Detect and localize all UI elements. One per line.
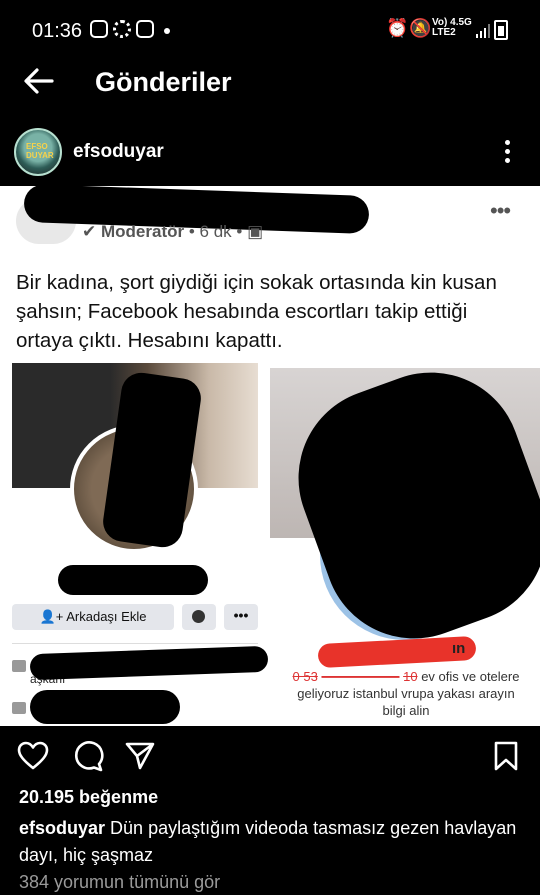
post-description: efsoduyar Dün paylaştığım videoda tasmas… bbox=[19, 815, 524, 869]
comment-button[interactable] bbox=[72, 740, 104, 772]
messenger-button bbox=[182, 604, 216, 630]
network-bottom-label: LTE2 bbox=[432, 27, 456, 38]
ad-text: 0 53 ―――――― 10 ev ofis ve otelere geliyo… bbox=[288, 668, 524, 719]
battery-icon bbox=[494, 20, 508, 40]
network-indicator: Vo) 4.5G LTE2 bbox=[432, 18, 472, 38]
save-button[interactable] bbox=[492, 740, 520, 772]
fb-post-meta: ✔ Moderatör • 6 dk • ▣ bbox=[82, 222, 264, 241]
briefcase-icon bbox=[12, 660, 26, 672]
moderator-badge-icon: ✔ bbox=[82, 222, 97, 241]
bookmark-icon bbox=[494, 741, 518, 771]
avatar-logo-text: EFSO DUYAR bbox=[26, 142, 54, 160]
comment-icon bbox=[74, 741, 104, 772]
send-icon bbox=[125, 742, 155, 770]
more-notifications-dot bbox=[164, 28, 170, 34]
view-all-comments-link[interactable]: 384 yorumun tümünü gör bbox=[19, 872, 220, 893]
heart-icon bbox=[17, 741, 49, 770]
profile-more-button: ••• bbox=[224, 604, 258, 630]
status-time: 01:36 bbox=[32, 20, 83, 42]
instagram-notification-icon bbox=[90, 20, 108, 38]
redaction-scribble-work-2 bbox=[30, 690, 180, 724]
briefcase-icon-2 bbox=[12, 702, 26, 714]
status-bar: 01:36 ⏰ 🔕 Vo) 4.5G LTE2 bbox=[0, 0, 540, 60]
group-icon: ▣ bbox=[247, 222, 264, 241]
like-count[interactable]: 20.195 beğenme bbox=[19, 787, 158, 808]
fb-more-icon: ••• bbox=[490, 198, 511, 223]
ad-phone-start: 0 53 bbox=[292, 669, 318, 684]
back-arrow-icon bbox=[24, 68, 54, 94]
ad-phone-redacted: ―――――― bbox=[321, 669, 400, 684]
add-friend-label: Arkadaşı Ekle bbox=[66, 609, 147, 624]
share-button[interactable] bbox=[124, 740, 156, 772]
back-button[interactable] bbox=[22, 64, 56, 98]
add-friend-button: 👤+ Arkadaşı Ekle bbox=[12, 604, 174, 630]
fb-time: 6 dk bbox=[199, 222, 232, 241]
description-username[interactable]: efsoduyar bbox=[19, 818, 105, 838]
mute-icon: 🔕 bbox=[409, 18, 432, 38]
fb-role: Moderatör bbox=[100, 222, 185, 241]
divider bbox=[12, 643, 258, 644]
signal-icon bbox=[476, 24, 490, 38]
redaction-scribble-name bbox=[58, 565, 208, 595]
avatar[interactable]: EFSO DUYAR bbox=[14, 128, 62, 176]
alarm-icon: ⏰ bbox=[386, 18, 409, 38]
instagram-notification-icon-2 bbox=[136, 20, 154, 38]
page-title: Gönderiler bbox=[95, 67, 232, 97]
more-options-icon[interactable] bbox=[504, 140, 512, 166]
like-button[interactable] bbox=[17, 740, 49, 772]
fb-caption: Bir kadına, şort giydiği için sokak orta… bbox=[16, 271, 497, 352]
messenger-icon bbox=[192, 610, 205, 623]
add-friend-icon: 👤+ bbox=[39, 609, 67, 624]
ad-phone-end: 10 bbox=[403, 669, 418, 684]
loading-icon bbox=[113, 20, 131, 38]
ad-name-fragment: ın bbox=[452, 640, 466, 657]
post-username[interactable]: efsoduyar bbox=[73, 141, 164, 163]
